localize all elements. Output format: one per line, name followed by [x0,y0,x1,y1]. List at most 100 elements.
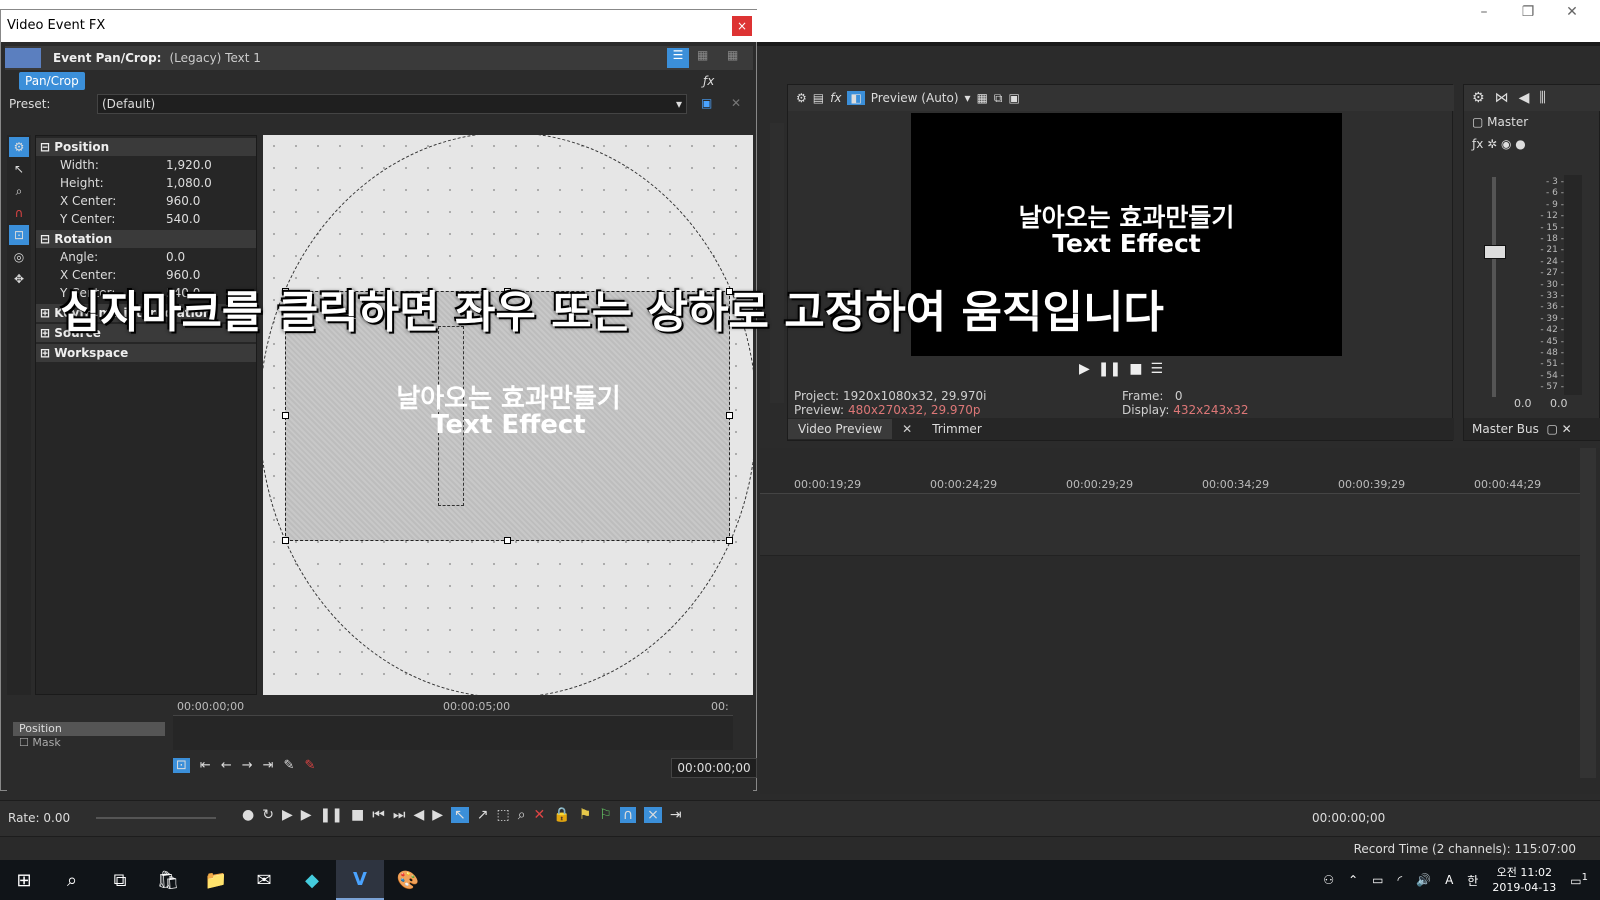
group-workspace[interactable]: ⊞ Workspace [36,344,256,362]
region-icon[interactable]: ⚐ [599,807,612,823]
fx-close-button[interactable]: × [732,16,752,36]
group-rotation[interactable]: ⊟ Rotation [36,230,256,248]
play-icon[interactable]: ▶ [301,807,312,823]
keyframe-ruler[interactable]: 00:00:00;00 00:00:05;00 00: [173,700,733,716]
pan-crop-canvas[interactable]: 날아오는 효과만들기 Text Effect [263,135,753,695]
split-screen-icon[interactable]: ◧ [847,91,865,105]
grid-icon[interactable]: ▦ [977,91,988,105]
group-position[interactable]: ⊟ Position [36,138,256,156]
chevron-up-icon[interactable]: ⌃ [1348,873,1358,887]
resize-handle[interactable] [282,537,289,544]
gear-icon[interactable]: ⚙ [796,91,807,105]
add-keyframe-icon[interactable]: ✎ [284,758,295,773]
next-keyframe-icon[interactable]: → [242,758,253,773]
store-icon[interactable]: 🛍 [144,860,192,900]
edit-tool-icon[interactable]: ↖ [451,807,469,823]
stop-icon[interactable]: ■ [1129,361,1142,377]
app-icon[interactable]: ◆ [288,860,336,900]
resize-handle[interactable] [726,412,733,419]
delete-icon[interactable]: ✕ [534,807,546,823]
fx-icon[interactable]: fx [830,91,841,105]
speaker-icon[interactable]: ◀ [1519,90,1530,106]
resize-handle[interactable] [504,537,511,544]
ripple-icon[interactable]: ⇥ [670,807,682,823]
record-icon[interactable]: ● [242,807,254,823]
stop-icon[interactable]: ■ [351,807,364,823]
fx-icon[interactable]: ƒx [703,74,714,88]
vegas-icon[interactable]: V [336,860,384,900]
prop-row[interactable]: Y Center: 540.0 [36,210,256,228]
timeline-ruler[interactable]: 00:00:19;29 00:00:24;29 00:00:29;29 00:0… [760,478,1580,494]
mail-icon[interactable]: ✉ [240,860,288,900]
search-icon[interactable]: ⌕ [48,860,96,900]
tab-video-preview[interactable]: Video Preview [788,419,893,439]
clock[interactable]: 오전 11:02 2019-04-13 [1492,865,1556,895]
play-icon[interactable]: ▶ [1079,361,1090,377]
keyframe-time[interactable]: 00:00:00;00 [671,758,757,778]
timeline[interactable]: 00:00:19;29 00:00:24;29 00:00:29;29 00:0… [760,448,1600,794]
master-fader-handle[interactable] [1484,245,1506,259]
battery-icon[interactable]: ▭ [1372,873,1383,887]
zoom-icon[interactable]: ⌕ [9,181,29,201]
keyframe-track[interactable] [173,716,733,750]
selection-tool-icon[interactable]: ⬚ [496,807,509,823]
save-preset-icon[interactable]: ▣ [701,96,712,110]
restore-button[interactable]: ❐ [1506,0,1550,30]
downmix-icon[interactable]: ⋈ [1495,90,1509,106]
last-keyframe-icon[interactable]: ⇥ [263,758,274,773]
network-icon[interactable]: ◜ [1397,873,1402,887]
notification-icon[interactable]: ▭1 [1570,872,1588,888]
envelope-tool-icon[interactable]: ↗ [477,807,489,823]
play-from-start-icon[interactable]: ▶ [282,807,293,823]
fx-vertical-scrollbar[interactable] [770,123,784,403]
copy-snapshot-icon[interactable]: ⧉ [994,91,1003,106]
task-view-icon[interactable]: ⧉ [96,860,144,900]
zoom-tool-icon[interactable]: ⌕ [518,807,526,823]
magnet-icon[interactable]: ∩ [9,203,29,223]
save-snapshot-icon[interactable]: ▣ [1008,91,1019,105]
timeline-track[interactable] [760,494,1580,556]
prop-row[interactable]: Height: 1,080.0 [36,174,256,192]
explorer-icon[interactable]: 📁 [192,860,240,900]
prev-keyframe-icon[interactable]: ← [221,758,232,773]
grid-large-icon[interactable]: ▦ [727,48,738,62]
kf-label-mask[interactable]: ☐ Mask [13,736,165,750]
preview-quality-dropdown[interactable]: Preview (Auto) [871,91,959,105]
prop-row[interactable]: Width: 1,920.0 [36,156,256,174]
rate-slider[interactable] [96,817,216,819]
minimize-button[interactable]: – [1462,0,1506,30]
chevron-down-icon[interactable]: ▾ [965,91,971,105]
paint-icon[interactable]: 🎨 [384,860,432,900]
prop-row[interactable]: X Center: 960.0 [36,266,256,284]
menu-icon[interactable]: ☰ [1150,361,1163,377]
marker-icon[interactable]: ⚑ [579,807,592,823]
auto-crossfade-icon[interactable]: ⨯ [644,807,662,823]
people-icon[interactable]: ⚇ [1323,873,1334,887]
sync-cursor-icon[interactable]: ⊡ [173,758,190,773]
tab-master-bus[interactable]: Master Bus ▢ ✕ [1464,418,1600,440]
grid-view-icon[interactable]: ▦ [697,48,708,62]
resize-handle[interactable] [726,537,733,544]
fx-chain-icon[interactable] [5,48,41,68]
list-view-icon[interactable]: ☰ [667,48,689,68]
go-end-icon[interactable]: ⏭ [393,807,406,823]
next-frame-icon[interactable]: ▶ [432,807,443,823]
first-keyframe-icon[interactable]: ⇤ [200,758,211,773]
pause-icon[interactable]: ❚❚ [320,807,343,823]
master-fx-icon[interactable]: ƒx ✲ ◉ ● [1472,137,1526,151]
pause-icon[interactable]: ❚❚ [1098,361,1121,377]
close-app-button[interactable]: ✕ [1550,0,1594,30]
prop-row[interactable]: Angle: 0.0 [36,248,256,266]
tab-trimmer[interactable]: Trimmer [922,419,992,439]
preset-dropdown[interactable]: (Default) ▾ [97,94,687,114]
resize-handle[interactable] [282,412,289,419]
lock-icon[interactable]: 🔒 [553,807,570,823]
kf-label-position[interactable]: Position [13,722,165,736]
mixer-icon[interactable]: ⫼ [1539,90,1545,106]
go-start-icon[interactable]: ⏮ [372,807,385,823]
gear-icon[interactable]: ⚙ [1472,90,1485,106]
move-icon[interactable]: ✥ [9,269,29,289]
keyboard-icon[interactable]: 한 [1467,872,1478,889]
tab-pan-crop[interactable]: Pan/Crop [19,72,85,90]
volume-icon[interactable]: 🔊 [1416,873,1431,887]
